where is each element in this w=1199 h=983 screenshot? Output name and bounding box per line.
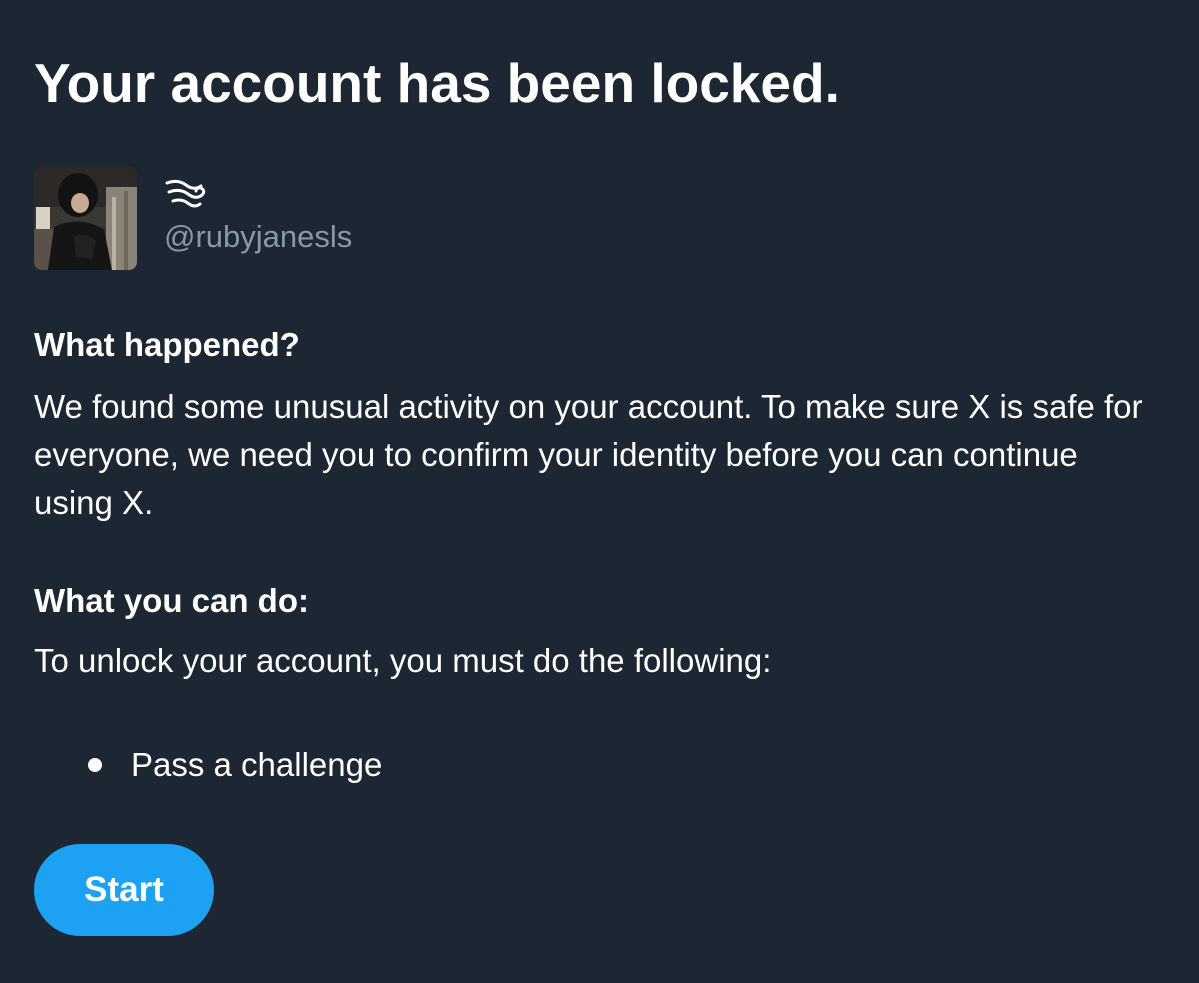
account-handle: @rubyjanesls bbox=[164, 219, 353, 254]
bullet-icon bbox=[88, 758, 102, 772]
what-you-can-do-text: To unlock your account, you must do the … bbox=[34, 642, 772, 679]
what-happened-heading: What happened? bbox=[34, 326, 300, 363]
list-item: Pass a challenge bbox=[34, 741, 382, 789]
page-title: Your account has been locked. bbox=[34, 52, 840, 114]
avatar-photo bbox=[34, 167, 137, 270]
wind-swirl-emoji-icon bbox=[164, 177, 208, 211]
avatar bbox=[34, 167, 137, 270]
start-button[interactable]: Start bbox=[34, 844, 214, 936]
what-happened-text: We found some unusual activity on your a… bbox=[34, 388, 1143, 521]
step-label: Pass a challenge bbox=[131, 746, 383, 783]
account-card: @rubyjanesls bbox=[34, 167, 634, 271]
unlock-steps-list: Pass a challenge bbox=[34, 741, 382, 789]
what-you-can-do-heading: What you can do: bbox=[34, 582, 309, 619]
